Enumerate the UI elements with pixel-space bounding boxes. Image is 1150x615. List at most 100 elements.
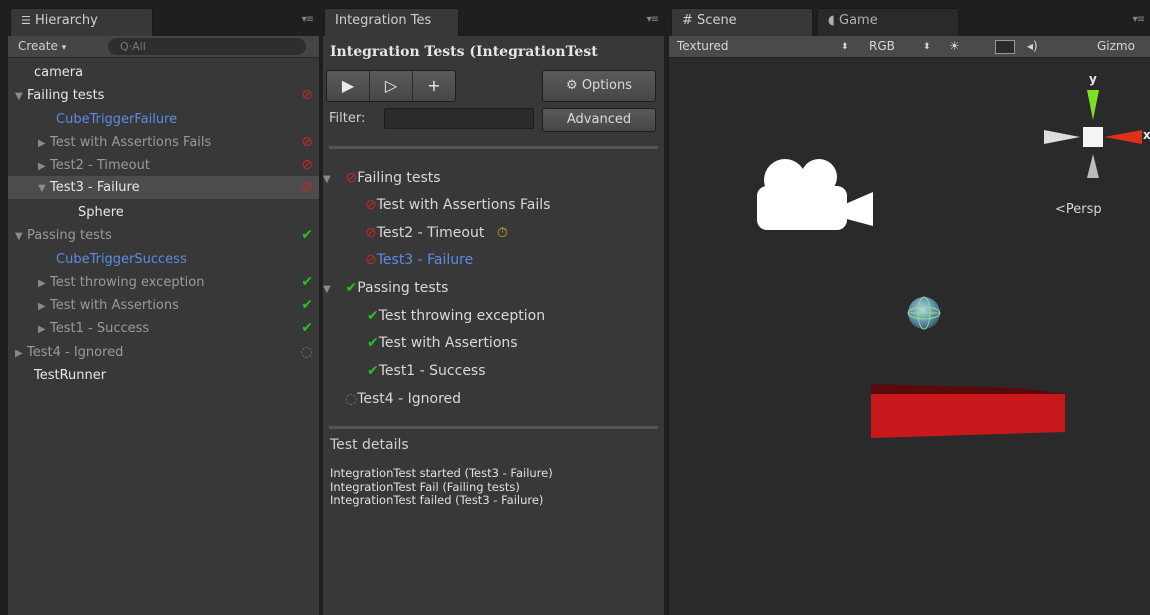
- sphere-object[interactable]: [907, 296, 941, 330]
- hier-item-test2-timeout[interactable]: ▶ Test2 - Timeout ⊘: [8, 154, 319, 177]
- ignored-status-icon: ◌: [345, 391, 358, 407]
- pass-status-icon: ✔: [367, 308, 379, 324]
- hier-item-label: Test1 - Success: [50, 321, 150, 336]
- hier-item-test-with-assertions[interactable]: ▶ Test with Assertions ✔: [8, 294, 319, 317]
- log-line: IntegrationTest started (Test3 - Failure…: [330, 466, 553, 480]
- lighting-toggle-icon[interactable]: ☀: [949, 39, 960, 53]
- run-button-group: ▶ ▷ +: [326, 70, 456, 102]
- panel-menu-icon[interactable]: ▾≡: [1133, 14, 1145, 25]
- collapse-arrow-icon[interactable]: ▶: [38, 155, 50, 178]
- hierarchy-panel: ☰ Hierarchy ▾≡ Create ▾ Q·All camera ▼ Fa…: [8, 0, 319, 615]
- integration-tests-panel: Integration Tes ▾≡ Integration Tests (In…: [323, 0, 664, 615]
- image-toggle-icon[interactable]: [995, 40, 1015, 54]
- camera-gizmo-icon[interactable]: [755, 150, 877, 230]
- fail-status-icon: ⊘: [365, 252, 377, 268]
- advanced-button[interactable]: Advanced: [542, 108, 656, 132]
- grid-icon: #: [682, 13, 693, 28]
- test-node-test4-ignored[interactable]: ◌Test4 - Ignored: [345, 391, 461, 407]
- hier-item-label: CubeTriggerSuccess: [56, 252, 187, 267]
- hier-item-label: CubeTriggerFailure: [56, 112, 178, 127]
- options-label: Options: [581, 78, 632, 93]
- hier-item-label: Failing tests: [27, 88, 105, 103]
- hier-item-label: Test with Assertions Fails: [50, 135, 212, 150]
- play-filled-icon: ▶: [341, 76, 355, 95]
- test-node-label: Test2 - Timeout: [376, 225, 485, 241]
- tab-integration-tests[interactable]: Integration Tes: [324, 8, 459, 36]
- hier-item-cubetriggersuccess[interactable]: CubeTriggerSuccess: [8, 248, 319, 271]
- hier-item-passing-tests[interactable]: ▼ Passing tests ✔: [8, 224, 319, 247]
- test-node-test-throwing-exception[interactable]: ✔Test throwing exception: [367, 308, 545, 324]
- pass-status-icon: ✔: [301, 274, 313, 290]
- render-mode-dropdown[interactable]: RGB: [869, 39, 895, 53]
- run-selected-button[interactable]: ▷: [370, 71, 413, 101]
- test-node-test-with-assertions[interactable]: ✔Test with Assertions: [367, 335, 518, 351]
- test-node-passing-tests[interactable]: ▼ ✔Passing tests: [323, 280, 448, 296]
- hier-item-sphere[interactable]: Sphere: [8, 201, 319, 224]
- collapse-arrow-icon[interactable]: ▶: [38, 272, 50, 295]
- hier-item-test4-ignored[interactable]: ▶ Test4 - Ignored ◌: [8, 341, 319, 364]
- collapse-arrow-icon[interactable]: ▶: [38, 132, 50, 155]
- hier-item-cubetriggerfailure[interactable]: CubeTriggerFailure: [8, 108, 319, 131]
- hier-item-test1-success[interactable]: ▶ Test1 - Success ✔: [8, 317, 319, 340]
- hier-item-failing-tests[interactable]: ▼ Failing tests ⊘: [8, 84, 319, 107]
- test-node-test2-timeout[interactable]: ⊘Test2 - Timeout ⏱: [365, 225, 508, 241]
- collapse-arrow-icon[interactable]: ▶: [38, 318, 50, 341]
- add-test-button[interactable]: +: [413, 71, 455, 101]
- tests-tabstrip: Integration Tes ▾≡: [323, 0, 664, 36]
- panel-menu-icon[interactable]: ▾≡: [302, 14, 314, 25]
- cube-trigger-object[interactable]: [869, 382, 1069, 440]
- test-node-test1-success[interactable]: ✔Test1 - Success: [367, 363, 486, 379]
- run-all-button[interactable]: ▶: [327, 71, 370, 101]
- gear-icon: ⚙: [566, 78, 578, 93]
- log-line: IntegrationTest failed (Test3 - Failure): [330, 493, 544, 507]
- test-node-test3-failure[interactable]: ⊘Test3 - Failure: [365, 252, 473, 268]
- panel-menu-icon[interactable]: ▾≡: [647, 14, 659, 25]
- play-outline-icon: ▷: [384, 76, 398, 95]
- persp-arrow-icon: <: [1055, 202, 1066, 217]
- expand-arrow-icon[interactable]: ▼: [38, 177, 50, 200]
- dropdown-arrow-icon: ▾: [61, 43, 67, 53]
- expand-arrow-icon[interactable]: ▼: [323, 174, 335, 185]
- collapse-arrow-icon[interactable]: ▶: [38, 295, 50, 318]
- pass-status-icon: ✔: [367, 363, 379, 379]
- test-node-label: Passing tests: [357, 280, 449, 296]
- ignored-status-icon: ◌: [300, 344, 313, 360]
- fail-status-icon: ⊘: [301, 179, 313, 195]
- hier-item-testrunner[interactable]: TestRunner: [8, 364, 319, 387]
- gizmos-dropdown[interactable]: Gizmo: [1097, 39, 1135, 53]
- pass-status-icon: ✔: [367, 335, 379, 351]
- tab-game[interactable]: ◖ Game: [817, 8, 959, 36]
- axis-y-label: y: [1089, 72, 1097, 86]
- pass-status-icon: ✔: [345, 280, 358, 296]
- hier-item-test-throwing-exception[interactable]: ▶ Test throwing exception ✔: [8, 271, 319, 294]
- fail-status-icon: ⊘: [301, 157, 313, 173]
- projection-toggle[interactable]: <Persp: [1055, 202, 1102, 217]
- hierarchy-search-input[interactable]: Q·All: [108, 38, 306, 55]
- tab-game-label: Game: [839, 13, 878, 28]
- shading-mode-dropdown[interactable]: Textured: [677, 39, 729, 53]
- axis-x-label: x: [1143, 128, 1150, 142]
- filter-input[interactable]: [384, 108, 534, 129]
- scene-viewport[interactable]: y x <Persp: [669, 58, 1150, 615]
- fail-status-icon: ⊘: [301, 134, 313, 150]
- hier-item-label: Sphere: [78, 205, 124, 220]
- tab-hierarchy[interactable]: ☰ Hierarchy: [10, 8, 153, 36]
- test-node-failing-tests[interactable]: ▼ ⊘Failing tests: [323, 170, 441, 186]
- expand-arrow-icon[interactable]: ▼: [323, 284, 335, 295]
- hier-item-test3-failure[interactable]: ▼ Test3 - Failure ⊘: [8, 176, 319, 199]
- pass-status-icon: ✔: [301, 297, 313, 313]
- orientation-gizmo[interactable]: [1044, 78, 1144, 178]
- hier-item-camera[interactable]: camera: [8, 61, 319, 84]
- hierarchy-toolbar: Create ▾ Q·All: [8, 36, 319, 58]
- create-dropdown[interactable]: Create ▾: [18, 39, 66, 53]
- test-node-test-with-assertions-fails[interactable]: ⊘Test with Assertions Fails: [365, 197, 550, 213]
- collapse-arrow-icon[interactable]: ▶: [15, 342, 27, 365]
- tab-scene[interactable]: # Scene: [671, 8, 813, 36]
- audio-toggle-icon[interactable]: ◂): [1027, 39, 1038, 53]
- hier-item-label: Test2 - Timeout: [50, 158, 150, 173]
- test-node-label: Test with Assertions Fails: [376, 197, 551, 213]
- expand-arrow-icon[interactable]: ▼: [15, 85, 27, 108]
- options-button[interactable]: ⚙ Options: [542, 70, 656, 102]
- expand-arrow-icon[interactable]: ▼: [15, 225, 27, 248]
- hier-item-test-with-assertions-fails[interactable]: ▶ Test with Assertions Fails ⊘: [8, 131, 319, 154]
